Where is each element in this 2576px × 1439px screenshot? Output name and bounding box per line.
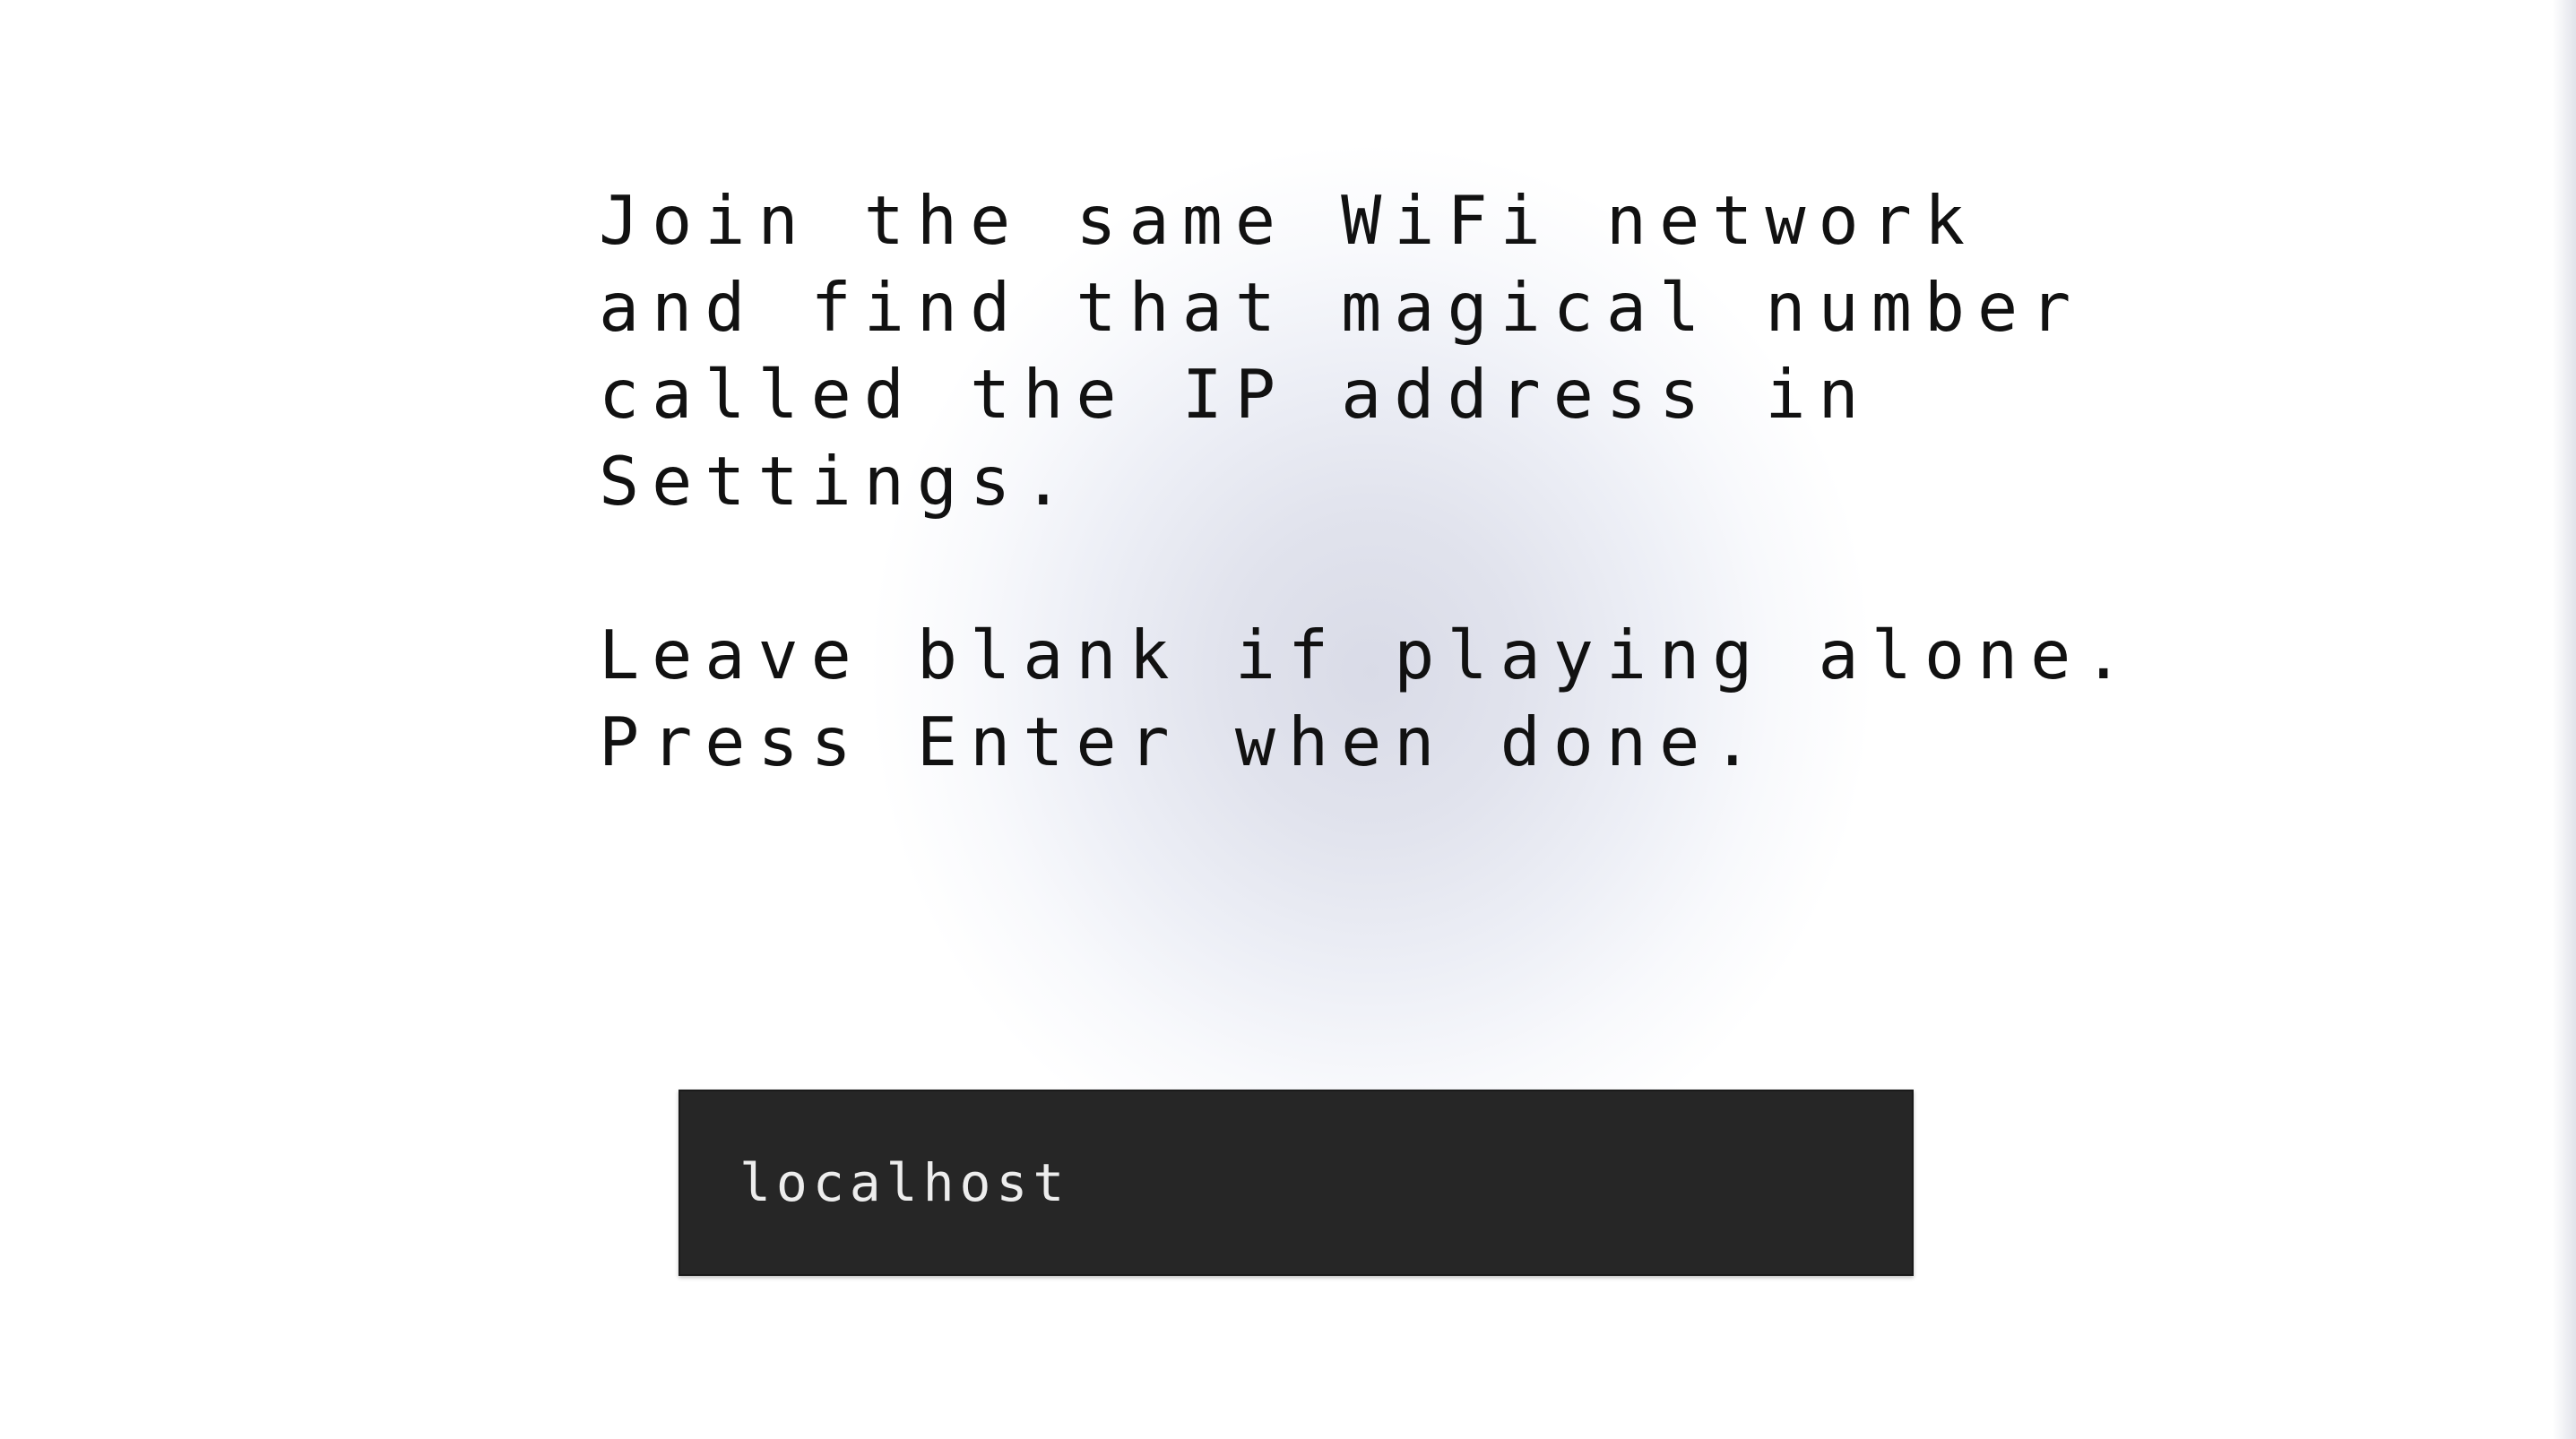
ip-address-field-container[interactable] bbox=[679, 1090, 1914, 1276]
instructions-paragraph-join-network: Join the same WiFi network and find that… bbox=[599, 181, 2084, 521]
ip-address-input[interactable] bbox=[739, 1091, 1851, 1274]
instructions-paragraph-press-enter: Leave blank if playing alone. Press Ente… bbox=[599, 616, 2137, 781]
game-screen: Join the same WiFi network and find that… bbox=[0, 0, 2576, 1439]
instructions-text: Join the same WiFi network and find that… bbox=[599, 177, 2302, 786]
window-edge-shadow bbox=[2553, 0, 2576, 1439]
